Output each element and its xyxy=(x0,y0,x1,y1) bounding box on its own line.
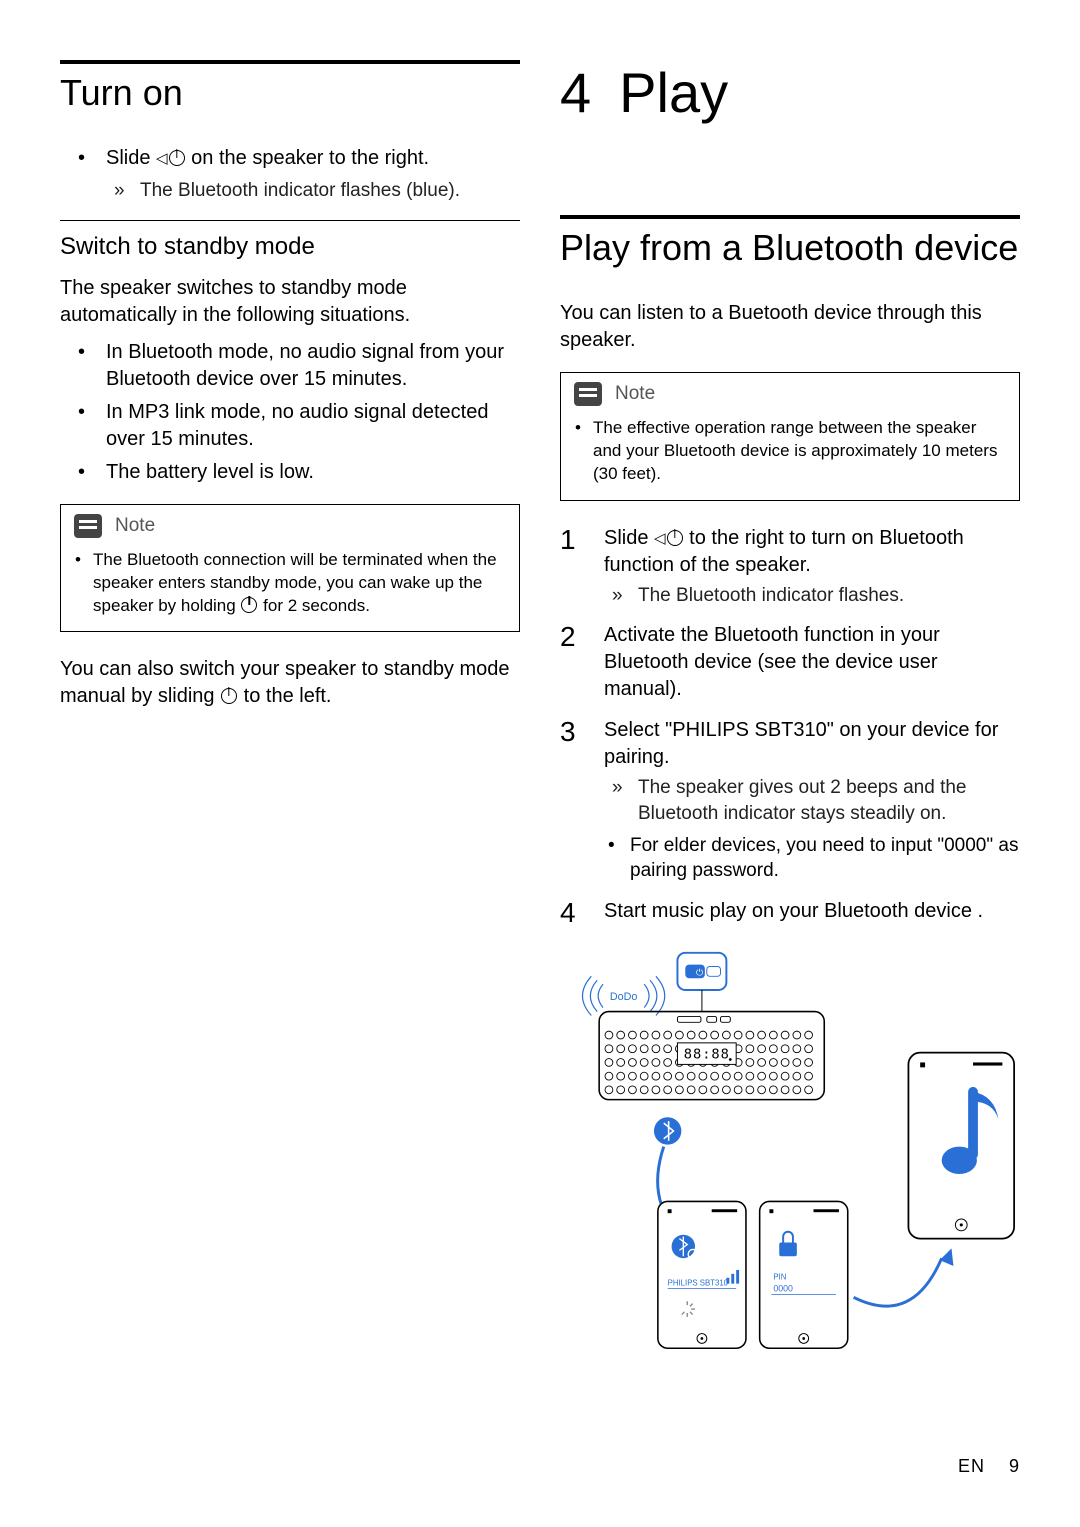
right-column: 4 Play Play from a Bluetooth device You … xyxy=(560,60,1020,1361)
power-icon xyxy=(169,150,185,166)
lang-code: EN xyxy=(958,1456,985,1477)
note-icon xyxy=(573,381,603,407)
pairing-diagram: DoDo ⏻ xyxy=(560,945,1020,1361)
note-text: The effective operation range between th… xyxy=(575,417,1005,486)
chapter-title: 4 Play xyxy=(560,60,1020,125)
note-body: The Bluetooth connection will be termina… xyxy=(61,539,519,632)
turn-on-result: The Bluetooth indicator flashes (blue). xyxy=(106,178,520,204)
list-item: In Bluetooth mode, no audio signal from … xyxy=(60,339,520,393)
columns: Turn on Slide ◁ on the speaker to the ri… xyxy=(60,60,1020,1361)
text: Slide xyxy=(106,147,150,169)
left-column: Turn on Slide ◁ on the speaker to the ri… xyxy=(60,60,520,1361)
page: Turn on Slide ◁ on the speaker to the ri… xyxy=(0,0,1080,1527)
note-label: Note xyxy=(115,515,155,537)
page-footer: EN 9 xyxy=(958,1456,1020,1477)
standby-list: In Bluetooth mode, no audio signal from … xyxy=(60,339,520,486)
phone-music xyxy=(908,1053,1014,1239)
chapter-number: 4 xyxy=(560,60,591,125)
list-item: In MP3 link mode, no audio signal detect… xyxy=(60,399,520,453)
phone-pin: PIN 0000 xyxy=(760,1201,848,1348)
slide-left-icon: ◁ xyxy=(156,150,168,167)
turn-on-item: Slide ◁ on the speaker to the right. The… xyxy=(60,145,520,204)
slide-left-icon: ◁ xyxy=(654,530,666,547)
step-2: 2 Activate the Bluetooth function in you… xyxy=(560,622,1020,703)
svg-text:PHILIPS SBT310: PHILIPS SBT310 xyxy=(668,1279,729,1288)
step-3-result: The speaker gives out 2 beeps and the Bl… xyxy=(604,775,1020,826)
manual-standby: You can also switch your speaker to stan… xyxy=(60,656,520,710)
note-box: Note The Bluetooth connection will be te… xyxy=(60,504,520,633)
phone-pairing: PHILIPS SBT310 xyxy=(658,1201,746,1348)
page-number: 9 xyxy=(1009,1456,1020,1477)
step-3: 3 Select "PHILIPS SBT310" on your device… xyxy=(560,717,1020,884)
note-box: Note The effective operation range betwe… xyxy=(560,372,1020,501)
svg-text:PIN: PIN xyxy=(773,1273,786,1282)
chapter-name: Play xyxy=(619,60,728,125)
dodo-label: DoDo xyxy=(610,991,638,1003)
power-icon xyxy=(221,688,237,704)
note-body: The effective operation range between th… xyxy=(561,407,1019,500)
note-icon xyxy=(73,513,103,539)
note-text: The Bluetooth connection will be termina… xyxy=(75,549,505,618)
steps-list: 1 Slide ◁ to the right to turn on Blueto… xyxy=(560,525,1020,925)
turn-on-heading: Turn on xyxy=(60,60,520,115)
play-bt-heading: Play from a Bluetooth device xyxy=(560,215,1020,270)
svg-text:0000: 0000 xyxy=(773,1283,793,1293)
turn-on-result-list: The Bluetooth indicator flashes (blue). xyxy=(106,178,520,204)
standby-heading: Switch to standby mode xyxy=(60,220,520,261)
turn-on-list: Slide ◁ on the speaker to the right. The… xyxy=(60,145,520,204)
list-item: The battery level is low. xyxy=(60,459,520,486)
power-icon xyxy=(667,530,683,546)
power-icon xyxy=(241,597,257,613)
step-1: 1 Slide ◁ to the right to turn on Blueto… xyxy=(560,525,1020,609)
text: on the speaker to the right. xyxy=(191,147,429,169)
note-label: Note xyxy=(615,383,655,405)
step-3-sub: For elder devices, you need to input "00… xyxy=(604,833,1020,884)
svg-text:⏻: ⏻ xyxy=(696,967,703,977)
play-bt-intro: You can listen to a Buetooth device thro… xyxy=(560,300,1020,354)
note-header: Note xyxy=(561,373,1019,407)
note-header: Note xyxy=(61,505,519,539)
step-1-result: The Bluetooth indicator flashes. xyxy=(604,583,1020,609)
standby-intro: The speaker switches to standby mode aut… xyxy=(60,275,520,329)
step-4: 4 Start music play on your Bluetooth dev… xyxy=(560,898,1020,925)
svg-text:88:88: 88:88 xyxy=(684,1047,730,1063)
